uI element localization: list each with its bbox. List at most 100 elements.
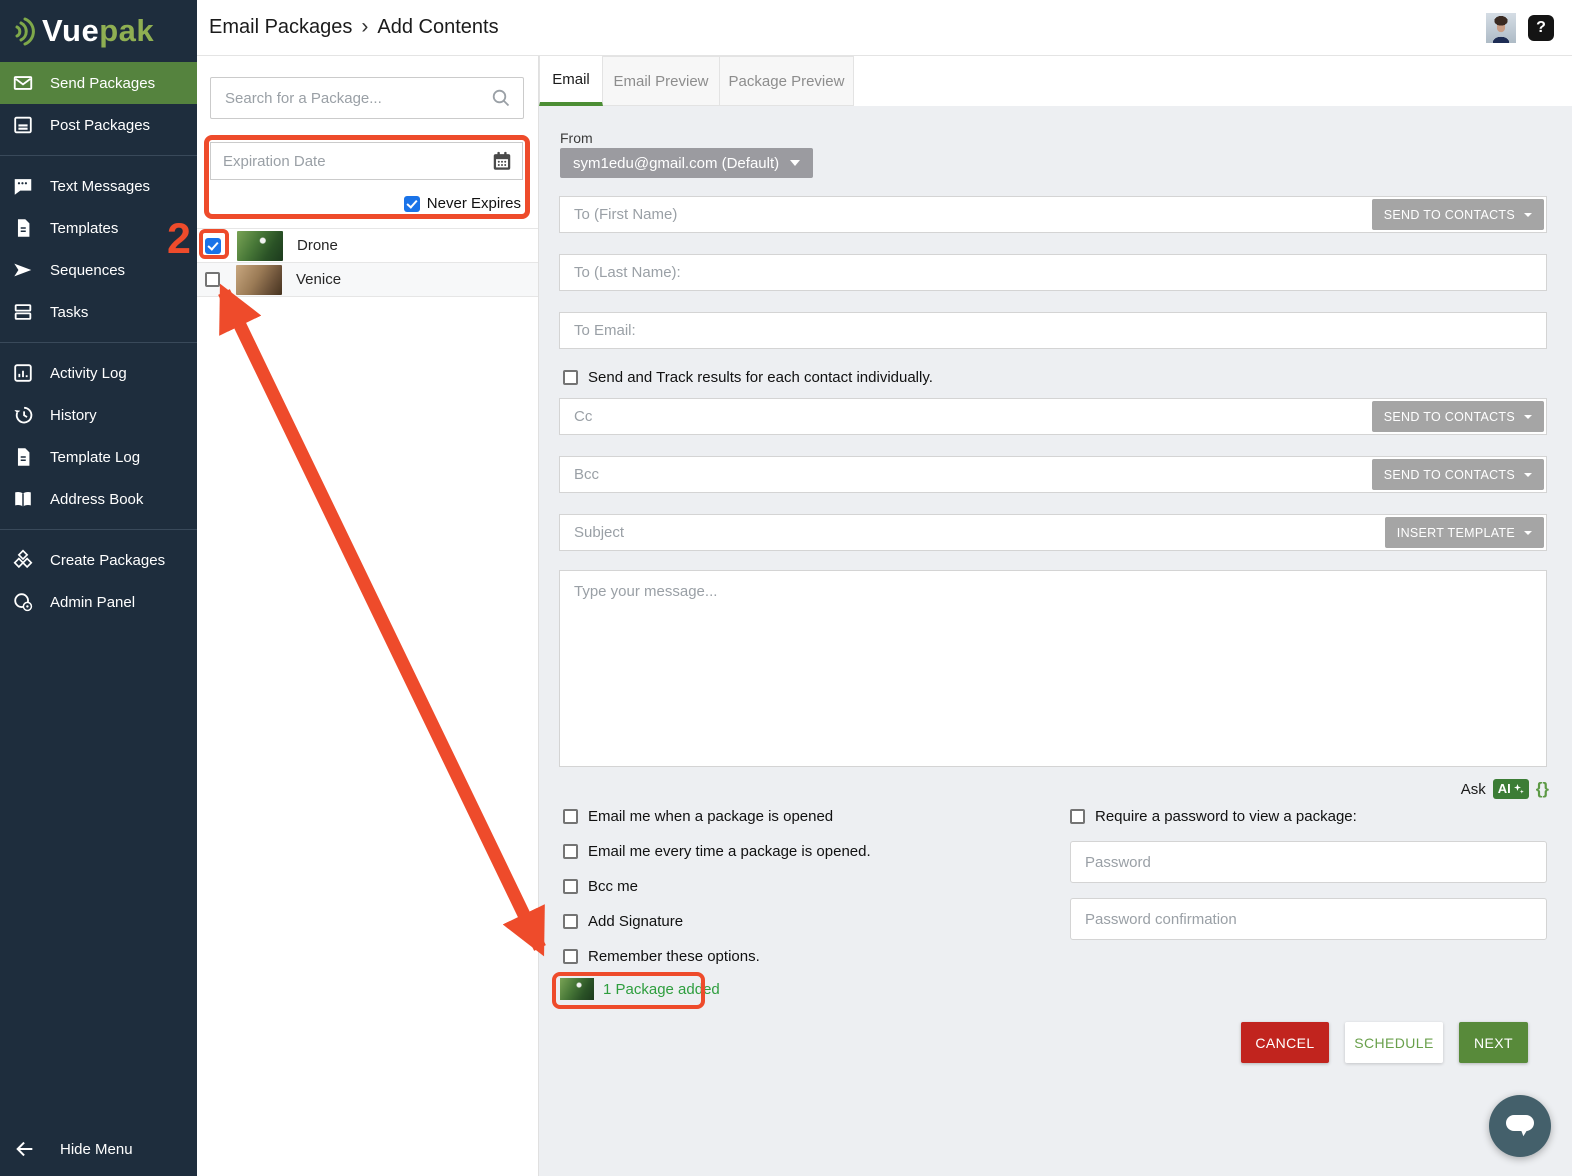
package-row-drone[interactable]: Drone <box>197 229 538 263</box>
option-bcc-me[interactable]: Bcc me <box>563 878 638 895</box>
package-name: Drone <box>297 237 338 254</box>
chat-bubble-icon <box>12 175 34 197</box>
message-textarea[interactable] <box>560 571 1546 766</box>
send-to-contacts-button[interactable]: SEND TO CONTACTS <box>1372 401 1544 432</box>
checkbox[interactable] <box>563 914 578 929</box>
option-label: Email me when a package is opened <box>588 808 833 825</box>
to-email-input[interactable] <box>560 313 1546 348</box>
cancel-button[interactable]: CANCEL <box>1241 1022 1329 1063</box>
package-thumbnail <box>236 265 282 295</box>
package-added-indicator[interactable]: 1 Package added <box>560 978 720 1000</box>
send-and-track-checkbox[interactable] <box>563 370 578 385</box>
sidebar-item-label: Tasks <box>50 304 88 321</box>
from-label: From <box>560 130 593 146</box>
hide-menu-button[interactable]: Hide Menu <box>0 1138 197 1160</box>
sidebar-item-text-messages[interactable]: Text Messages <box>0 165 197 207</box>
password-input[interactable] <box>1071 842 1546 882</box>
merge-fields-button[interactable]: {} <box>1536 779 1549 799</box>
chevron-down-icon <box>790 160 800 166</box>
sidebar-item-send-packages[interactable]: Send Packages <box>0 62 197 104</box>
next-button[interactable]: NEXT <box>1459 1022 1528 1063</box>
avatar[interactable] <box>1486 13 1516 43</box>
sidebar-item-sequences[interactable]: Sequences <box>0 249 197 291</box>
never-expires-checkbox-checked[interactable] <box>404 196 420 212</box>
insert-template-button[interactable]: INSERT TEMPLATE <box>1385 517 1544 548</box>
package-checkbox-checked[interactable] <box>205 238 221 254</box>
sidebar-item-templates[interactable]: Templates <box>0 207 197 249</box>
hide-menu-label: Hide Menu <box>60 1141 133 1158</box>
chat-widget-button[interactable] <box>1489 1095 1551 1157</box>
checkbox[interactable] <box>563 879 578 894</box>
sidebar-item-admin-panel[interactable]: Admin Panel <box>0 581 197 623</box>
checkbox[interactable] <box>563 809 578 824</box>
bar-chart-icon <box>12 362 34 384</box>
to-last-name-field <box>559 254 1547 291</box>
breadcrumb: Email Packages › Add Contents <box>209 16 499 39</box>
envelope-icon <box>12 72 34 94</box>
require-password-checkbox[interactable] <box>1070 809 1085 824</box>
checkbox[interactable] <box>563 949 578 964</box>
package-search-box <box>210 77 524 119</box>
sidebar-item-tasks[interactable]: Tasks <box>0 291 197 333</box>
package-checkbox-unchecked[interactable] <box>205 272 220 287</box>
send-and-track-label: Send and Track results for each contact … <box>588 369 933 386</box>
option-label: Email me every time a package is opened. <box>588 843 871 860</box>
chevron-down-icon <box>1524 531 1532 535</box>
document-icon <box>12 217 34 239</box>
sparkle-icon <box>1514 784 1524 794</box>
history-clock-icon <box>12 404 34 426</box>
require-password-option[interactable]: Require a password to view a package: <box>1070 808 1357 825</box>
option-label: Bcc me <box>588 878 638 895</box>
sidebar-item-history[interactable]: History <box>0 394 197 436</box>
tab-package-preview[interactable]: Package Preview <box>720 56 854 106</box>
package-thumbnail <box>237 231 283 261</box>
option-add-signature[interactable]: Add Signature <box>563 913 683 930</box>
sidebar-item-address-book[interactable]: Address Book <box>0 478 197 520</box>
option-email-me-every-time[interactable]: Email me every time a package is opened. <box>563 843 871 860</box>
package-search-input[interactable] <box>211 90 491 107</box>
sidebar-item-create-packages[interactable]: Create Packages <box>0 539 197 581</box>
send-and-track-option[interactable]: Send and Track results for each contact … <box>563 369 933 386</box>
app-logo[interactable]: Vuepak <box>0 0 197 62</box>
checkbox[interactable] <box>563 844 578 859</box>
sidebar-item-template-log[interactable]: Template Log <box>0 436 197 478</box>
message-field <box>559 570 1547 767</box>
send-to-contacts-button[interactable]: SEND TO CONTACTS <box>1372 459 1544 490</box>
to-email-field <box>559 312 1547 349</box>
paper-plane-icon <box>12 259 34 281</box>
ask-ai-button[interactable]: AI <box>1493 779 1529 799</box>
password-confirmation-field <box>1070 898 1547 940</box>
sidebar-item-label: Sequences <box>50 262 125 279</box>
admin-icon <box>12 591 34 613</box>
never-expires-option[interactable]: Never Expires <box>404 195 521 212</box>
sidebar-menu: Send Packages Post Packages Text Message… <box>0 62 197 623</box>
help-button[interactable]: ? <box>1528 15 1554 41</box>
require-password-label: Require a password to view a package: <box>1095 808 1357 825</box>
menu-divider <box>0 155 197 156</box>
arrow-left-icon <box>14 1138 36 1160</box>
ask-ai-row: Ask AI {} <box>1461 779 1549 799</box>
option-remember-these-options[interactable]: Remember these options. <box>563 948 760 965</box>
to-last-name-input[interactable] <box>560 255 1546 290</box>
option-label: Add Signature <box>588 913 683 930</box>
password-confirmation-input[interactable] <box>1071 899 1546 939</box>
sidebar-item-activity-log[interactable]: Activity Log <box>0 352 197 394</box>
sidebar-item-label: Templates <box>50 220 118 237</box>
send-to-contacts-button[interactable]: SEND TO CONTACTS <box>1372 199 1544 230</box>
expiration-date-input[interactable] <box>211 153 491 170</box>
package-row-venice[interactable]: Venice <box>197 263 538 297</box>
chevron-right-icon: › <box>361 16 368 39</box>
schedule-button[interactable]: SCHEDULE <box>1345 1022 1443 1063</box>
tab-email[interactable]: Email <box>539 56 603 106</box>
breadcrumb-parent[interactable]: Email Packages <box>209 16 352 39</box>
option-email-me-when-opened[interactable]: Email me when a package is opened <box>563 808 833 825</box>
sidebar-item-post-packages[interactable]: Post Packages <box>0 104 197 146</box>
calendar-icon[interactable] <box>491 150 513 172</box>
package-panel: Never Expires Drone Venice <box>197 56 539 1176</box>
from-dropdown[interactable]: sym1edu@gmail.com (Default) <box>560 148 813 178</box>
password-field <box>1070 841 1547 883</box>
menu-divider <box>0 342 197 343</box>
tab-strip: Email Email Preview Package Preview <box>539 56 1572 106</box>
breadcrumb-current: Add Contents <box>377 16 498 39</box>
tab-email-preview[interactable]: Email Preview <box>603 56 720 106</box>
